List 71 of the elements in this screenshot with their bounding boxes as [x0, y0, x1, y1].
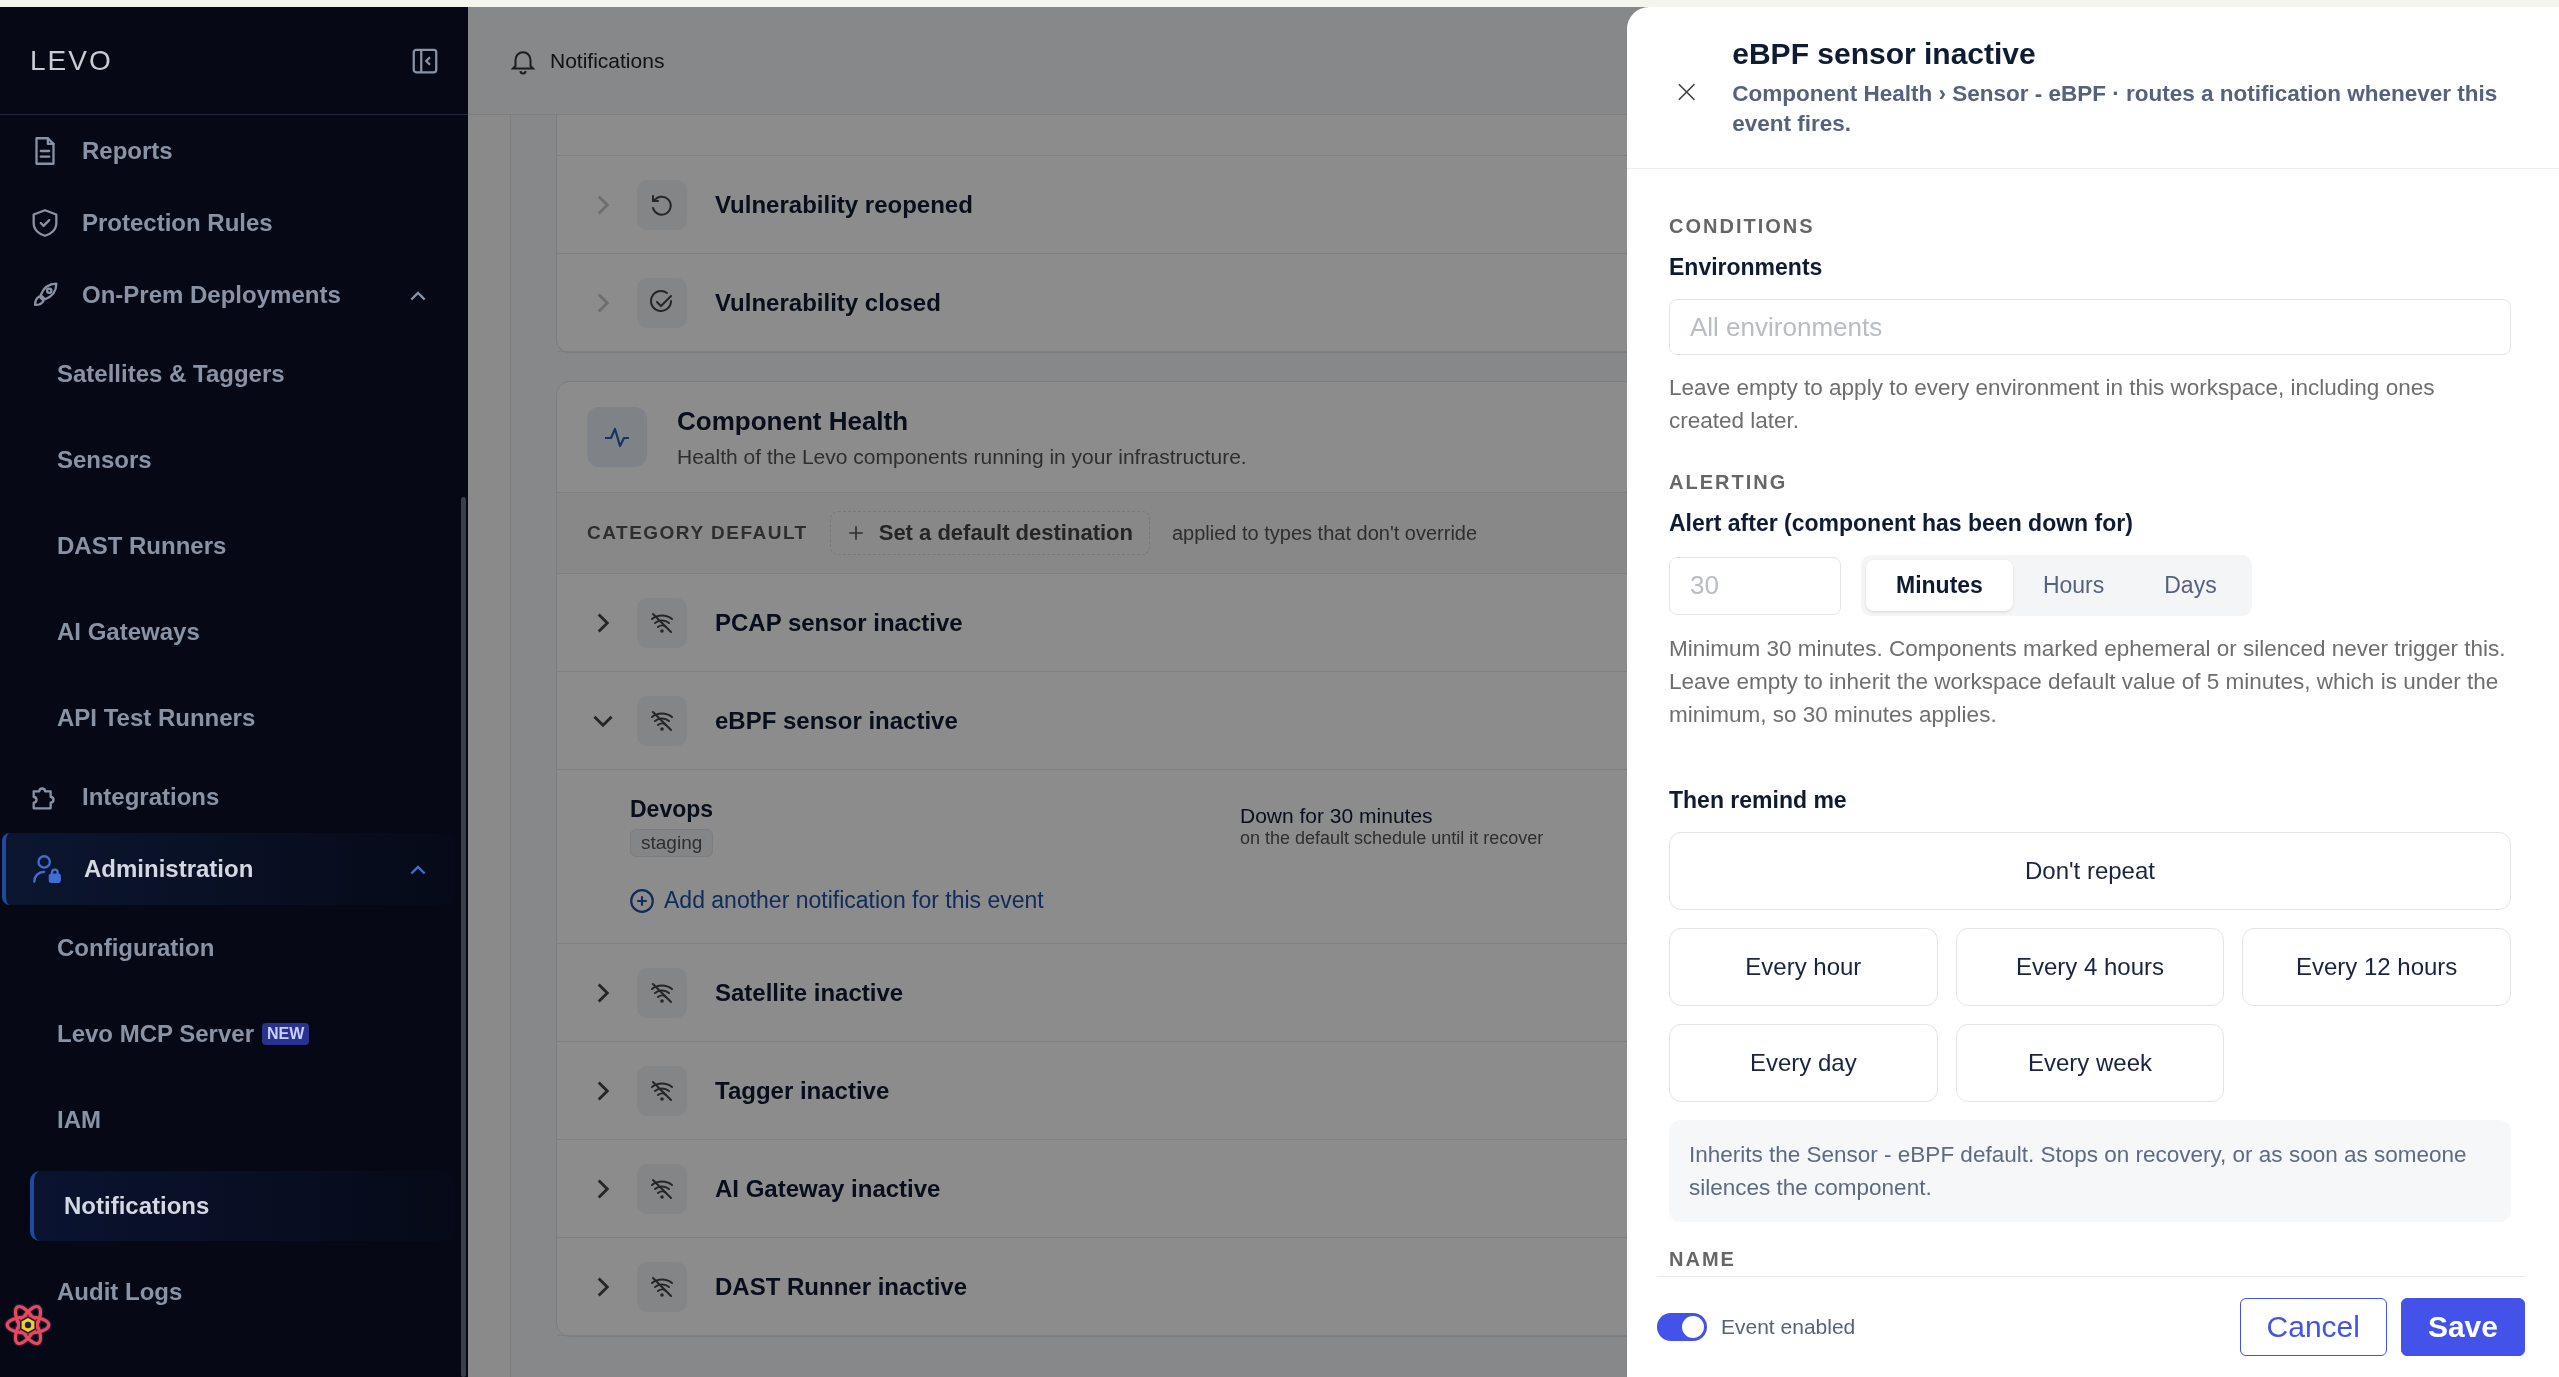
wifi-off-icon: [637, 597, 687, 648]
nav-subitem[interactable]: Levo MCP Server NEW: [0, 991, 468, 1077]
event-title: eBPF sensor inactive: [715, 706, 958, 735]
event-title: AI Gateway inactive: [715, 1174, 941, 1203]
user-lock-icon: [30, 852, 64, 886]
category-description: Health of the Levo components running in your infrastructure.: [677, 444, 1247, 469]
default-destination-button[interactable]: Set a default destination: [829, 511, 1150, 555]
event-title: Vulnerability reopened: [715, 190, 973, 219]
nav-subitem[interactable]: IAM: [0, 1077, 468, 1163]
nav-item[interactable]: Integrations: [0, 761, 454, 833]
activity-icon: [587, 407, 647, 467]
duration-field[interactable]: 30: [1669, 556, 1841, 615]
drawer-title: eBPF sensor inactive: [1732, 37, 2037, 71]
plus-circle-icon: [630, 888, 654, 913]
cancel-button[interactable]: Cancel: [2239, 1298, 2387, 1356]
nav-subitem[interactable]: DAST Runners: [0, 503, 468, 589]
help-text: Leave empty to apply to every environment in this workspace, including ones created later.: [1669, 374, 2436, 435]
page-title: Notifications: [550, 48, 665, 73]
nav-subitem[interactable]: Sensors: [0, 417, 468, 503]
event-title: Tagger inactive: [715, 1076, 890, 1105]
repeat-option[interactable]: Don't repeat: [1669, 832, 2511, 910]
repeat-option[interactable]: Every day: [1669, 1024, 1938, 1102]
nav-subitem[interactable]: Notifications: [30, 1171, 454, 1241]
event-title: PCAP sensor inactive: [715, 608, 963, 637]
repeat-option[interactable]: Every 4 hours: [1955, 928, 2225, 1006]
wifi-off-icon: [637, 1261, 687, 1312]
wifi-off-icon: [637, 1163, 687, 1214]
nav-item[interactable]: Administration: [2, 833, 454, 905]
event-title: Vulnerability closed: [715, 288, 941, 317]
nav-item[interactable]: Reports: [0, 115, 454, 187]
nav-subitem[interactable]: Configuration: [0, 905, 468, 991]
field-label: Then remind me: [1669, 787, 1848, 814]
atom-icon[interactable]: [4, 1301, 52, 1349]
nav-subitem[interactable]: API Test Runners: [0, 675, 468, 761]
section-heading: ALERTING: [1669, 471, 1789, 494]
rotate-icon: [637, 179, 687, 230]
toggle-label: Event enabled: [1721, 1315, 1856, 1339]
default-note: applied to types that don't override: [1171, 521, 1478, 545]
field-label: Environments: [1669, 254, 1824, 281]
event-title: Satellite inactive: [715, 978, 904, 1007]
save-button[interactable]: Save: [2400, 1298, 2525, 1356]
nav-item[interactable]: Protection Rules: [0, 187, 454, 259]
repeat-option[interactable]: Every week: [1955, 1024, 2225, 1102]
wifi-off-icon: [637, 967, 687, 1018]
wifi-off-icon: [637, 1065, 687, 1116]
alert-detail: on the default schedule until it recover: [1240, 828, 1544, 849]
drawer-subtitle: Component Health › Sensor - eBPF · routes a notification whenever this event fires.: [1732, 80, 2499, 138]
repeat-option[interactable]: Every 12 hours: [2242, 928, 2511, 1006]
category-title: Component Health: [677, 405, 910, 437]
plus-icon: [846, 524, 865, 542]
team-name: Devops: [630, 796, 715, 823]
event-title: DAST Runner inactive: [715, 1272, 968, 1301]
nav-subitem[interactable]: Satellites & Taggers: [0, 331, 468, 417]
repeat-option[interactable]: Every hour: [1669, 928, 1938, 1006]
section-heading: CONDITIONS: [1669, 215, 1816, 238]
wifi-off-icon: [637, 695, 687, 746]
unit-tab[interactable]: Minutes: [1866, 560, 2013, 611]
logo: LEVO: [30, 44, 113, 77]
section-heading: NAME: [1669, 1248, 1737, 1271]
environment-tag: staging: [630, 829, 714, 857]
nav-item[interactable]: On-Prem Deployments: [0, 259, 454, 331]
new-badge: NEW: [262, 1023, 310, 1045]
environments-field[interactable]: All environments: [1669, 299, 2511, 355]
field-label: Alert after (component has been down for): [1669, 510, 2134, 537]
default-label: CATEGORY DEFAULT: [587, 522, 808, 544]
toggle-switch[interactable]: [1657, 1313, 1707, 1341]
nav-subitem[interactable]: AI Gateways: [0, 589, 468, 675]
add-notification-link[interactable]: Add another notification for this event: [630, 887, 1044, 914]
nav-subitem[interactable]: Audit Logs: [0, 1249, 468, 1335]
alert-summary: Down for 30 minutes: [1240, 804, 1434, 828]
info-note: Inherits the Sensor - eBPF default. Stops on recovery, or as soon as someone silences the component.: [1669, 1120, 2511, 1222]
